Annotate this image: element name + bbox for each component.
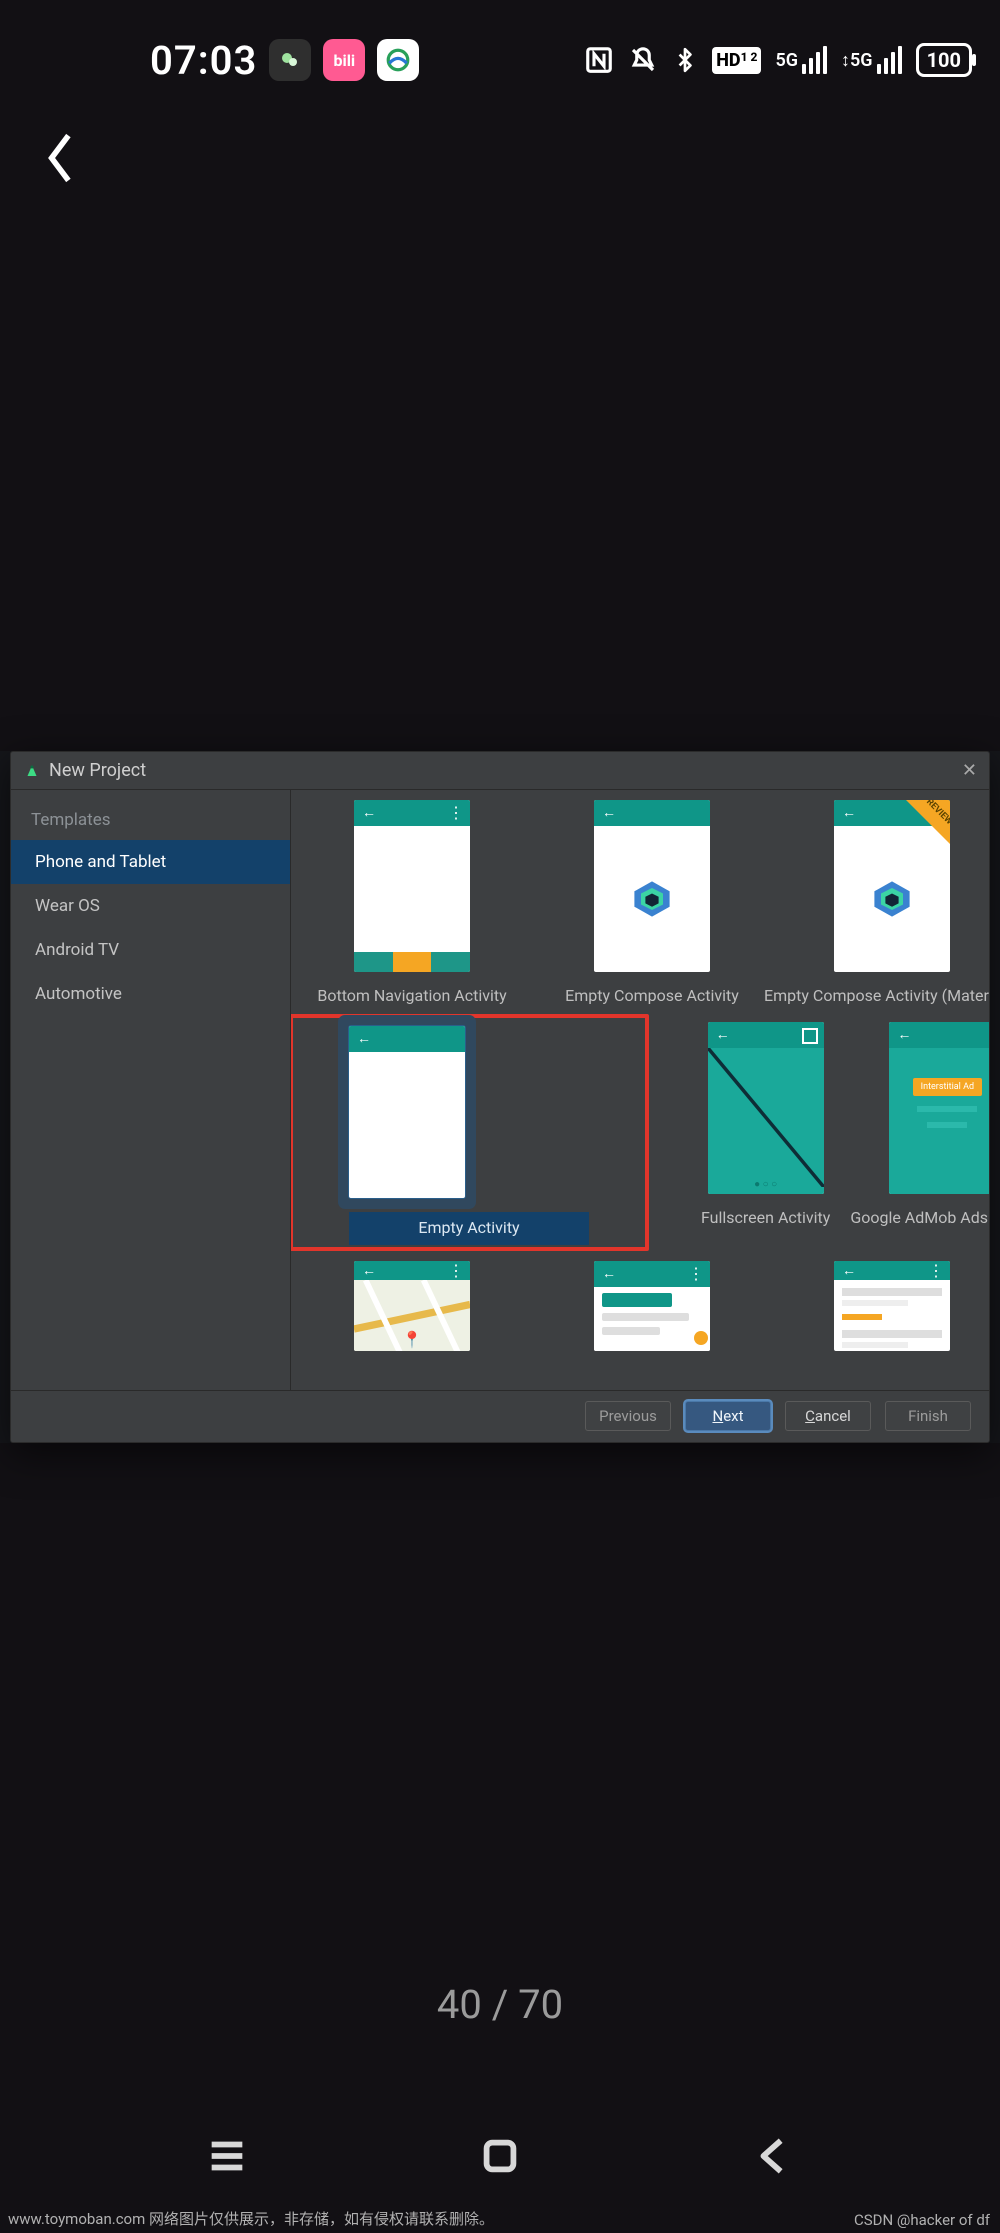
template-maps[interactable]: ←⋮📍 [347,1261,477,1351]
nfc-icon [584,45,614,75]
content-area: New Project ✕ Templates Phone and Tablet… [0,240,1000,1953]
signal-1: 5G [775,46,827,74]
template-fullscreen[interactable]: ←● ○ ○ Fullscreen Activity [701,1022,830,1251]
nav-home-button[interactable] [477,2133,523,2183]
close-icon[interactable]: ✕ [962,760,977,781]
template-gallery: ←⋮ Bottom Navigation Activity ← Empty Co… [291,790,989,1390]
nav-bar [0,2103,1000,2213]
sidebar-header: Templates [11,800,290,840]
template-list[interactable]: ←⋮ [587,1261,717,1351]
clock: 07:03 [150,37,257,84]
template-bottom-navigation[interactable]: ←⋮ Bottom Navigation Activity [347,800,477,1014]
hd-badge: HD1 2 [712,47,761,74]
expand-icon [802,1028,818,1044]
bilibili-icon: bili [323,39,365,81]
template-sidebar: Templates Phone and Tablet Wear OS Andro… [11,790,291,1390]
template-empty-compose-m3[interactable]: ← PREVIEW Empty Compose Activity (Materi… [827,800,957,1014]
dialog-title: New Project [49,760,146,781]
fab-icon [694,1331,708,1345]
nav-menu-button[interactable] [204,2133,250,2183]
wechat-icon [269,39,311,81]
watermark-left: www.toymoban.com 网络图片仅供展示，非存储，如有侵权请联系删除。 [8,2208,494,2229]
sidebar-item-wear-os[interactable]: Wear OS [11,884,290,928]
android-studio-icon [23,761,41,779]
bluetooth-icon [672,45,698,75]
nav-back-button[interactable] [750,2133,796,2183]
dialog-titlebar: New Project ✕ [11,752,989,790]
battery-indicator: 100 [916,43,972,77]
sidebar-item-automotive[interactable]: Automotive [11,972,290,1016]
template-admob[interactable]: ←Interstitial Ad Google AdMob Ads Activi… [882,1022,989,1251]
template-empty-compose[interactable]: ← Empty Compose Activity [587,800,717,1014]
pin-icon: 📍 [402,1330,422,1349]
new-project-dialog: New Project ✕ Templates Phone and Tablet… [10,751,990,1443]
cancel-button[interactable]: Cancel [785,1401,871,1431]
sidebar-item-android-tv[interactable]: Android TV [11,928,290,972]
back-button[interactable] [42,130,102,190]
mute-icon [628,45,658,75]
signal-2: ↕5G [841,46,902,74]
dialog-footer: Previous Next Cancel Finish [11,1390,989,1442]
watermark-right: CSDN @hacker of df [854,2211,990,2229]
sidebar-item-phone-tablet[interactable]: Phone and Tablet [11,840,290,884]
previous-button: Previous [585,1401,671,1431]
template-scrolling[interactable]: ←⋮ [827,1261,957,1351]
page-counter: 40 / 70 [0,1981,1000,2028]
status-bar: 07:03 bili HD1 2 5G ↕5G 100 [0,30,1000,90]
template-empty-activity[interactable]: ← Empty Activity [291,1014,649,1251]
next-button[interactable]: Next [685,1401,771,1431]
finish-button: Finish [885,1401,971,1431]
browser-icon [377,39,419,81]
